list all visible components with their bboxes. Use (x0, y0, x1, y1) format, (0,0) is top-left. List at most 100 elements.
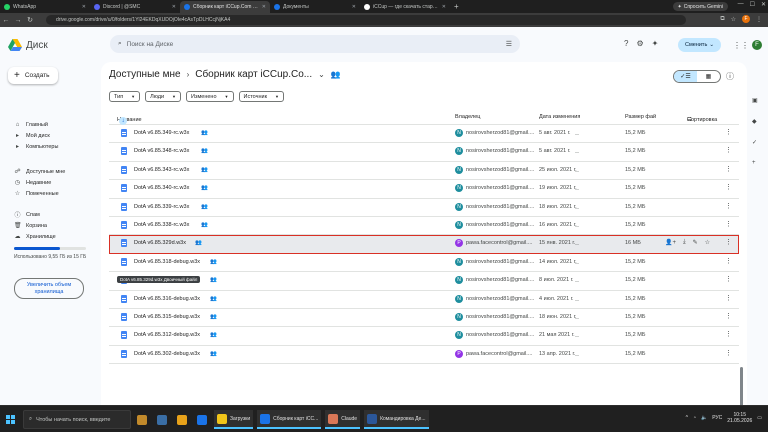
file-row[interactable]: DotA v6.85.318-debug.w3x 👥 Nnosirovsherzod… (109, 254, 739, 273)
rename-icon[interactable]: ✎ (693, 239, 698, 246)
maximize-icon[interactable]: ☐ (750, 1, 755, 8)
more-actions-icon[interactable]: ⋮ (725, 312, 732, 320)
tray-chevron-icon[interactable]: ^ (686, 415, 688, 421)
file-row[interactable]: DotA v6.85.343-rc.w3x 👥 Nnosirovsherzod81@… (109, 162, 739, 181)
browser-tab[interactable]: WhatsApp ✕ (0, 1, 90, 13)
grid-view-icon[interactable]: ▦ (697, 71, 720, 82)
taskbar-app[interactable]: Сборник карт iCC... (257, 410, 322, 429)
minimize-icon[interactable]: — (738, 1, 744, 8)
sidebar-item[interactable]: ⌂ Главный (0, 119, 100, 130)
account-avatar[interactable]: F (752, 40, 762, 50)
list-view-icon[interactable]: ✓☰ (674, 71, 697, 82)
sidebar-item[interactable]: 🗑 Корзина (0, 220, 100, 231)
bookmark-star-icon[interactable]: ☆ (731, 16, 736, 23)
file-row[interactable]: DotA v6.85.348-rc.w3x 👥 Nnosirovsherzod81@… (109, 143, 739, 162)
chevron-down-icon[interactable]: ⌄ (318, 70, 325, 79)
more-actions-icon[interactable]: ⋮ (725, 275, 732, 283)
new-tab-button[interactable]: + (450, 2, 463, 11)
file-row[interactable]: DotA v6.85.302-debug.w3x 👥 Ppawa.facecontr… (109, 346, 739, 365)
more-actions-icon[interactable]: ⋮ (725, 202, 732, 210)
keyboard-language[interactable]: РУС (712, 415, 722, 421)
browser-menu-icon[interactable]: ⋮ (756, 16, 762, 23)
url-field[interactable]: drive.google.com/drive/u/0/folders/1Yl24… (46, 15, 686, 25)
more-actions-icon[interactable]: ⋮ (725, 257, 732, 265)
network-icon[interactable]: ◔ (693, 415, 696, 421)
file-row[interactable]: DotA v6.85.312-debug.w3x 👥 Nnosirovsherzod… (109, 327, 739, 346)
upgrade-storage-button[interactable]: Увеличить объем хранилища (14, 278, 84, 299)
sidebar-item[interactable]: ☁ Хранилище (0, 231, 100, 242)
file-row[interactable]: DotA v6.85.339-rc.w3x 👥 Nnosirovsherzod81@… (109, 199, 739, 217)
browser-tab[interactable]: Discord | @SMC ✕ (90, 1, 180, 13)
tab-close-icon[interactable]: ✕ (262, 4, 266, 10)
taskbar-app[interactable]: Загрузки (214, 410, 254, 429)
file-row[interactable]: DotA v6.85.340-rc.w3x 👥 Nnosirovsherzod81@… (109, 180, 739, 199)
more-actions-icon[interactable]: ⋮ (725, 294, 732, 302)
create-button[interactable]: + Создать (8, 67, 58, 84)
windows-start-icon[interactable] (6, 415, 15, 424)
more-actions-icon[interactable]: ⋮ (725, 128, 732, 136)
more-actions-icon[interactable]: ⋮ (725, 165, 732, 173)
file-name[interactable]: DotA v6.85.316-debug.w3x (134, 296, 200, 302)
tab-close-icon[interactable]: ✕ (172, 4, 176, 10)
file-name[interactable]: DotA v6.85.349-rc.w3x (134, 130, 189, 136)
drive-search-input[interactable]: ⌕ Поиск на Диске ☰ (110, 35, 520, 53)
file-row[interactable]: DotA v6.85.338-rc.w3x 👥 Nnosirovsherzod81@… (109, 217, 739, 236)
taskbar-app[interactable] (174, 410, 190, 429)
info-icon[interactable]: ⓘ (726, 71, 734, 82)
column-owner[interactable]: Владелец (455, 114, 480, 120)
calendar-icon[interactable]: ▣ (752, 97, 758, 104)
more-actions-icon[interactable]: ⋮ (725, 349, 732, 357)
filter-chip[interactable]: Источник ▼ (238, 91, 284, 102)
sidebar-item[interactable]: ☆ Помеченные (0, 188, 100, 199)
apps-grid-icon[interactable]: ⋮⋮ (733, 41, 749, 50)
breadcrumb-folder[interactable]: Сборник карт iCCup.Co... (195, 69, 312, 80)
file-name[interactable]: DotA v6.85.302-debug.w3x (134, 351, 200, 357)
tasks-icon[interactable]: ✓ (752, 139, 758, 146)
column-size[interactable]: Размер фай (625, 114, 656, 120)
ask-gemini-button[interactable]: ✦ Спросить Gemini (672, 2, 728, 11)
file-row[interactable]: DotA v6.85.349-rc.w3x 👥 Nnosirovsherzod81@… (109, 125, 739, 144)
file-row[interactable]: DotA v6.85.317-debug.w3x👥Nnosirovsherzod… (109, 272, 739, 291)
more-actions-icon[interactable]: ⋮ (725, 238, 732, 246)
gemini-sparkle-icon[interactable]: ✦ (652, 39, 659, 48)
download-icon[interactable]: ⤓ (683, 239, 686, 246)
clock[interactable]: 10:15 21.05.2026 (727, 412, 752, 424)
keep-icon[interactable]: ◆ (752, 118, 758, 125)
help-icon[interactable]: ? (624, 39, 628, 48)
taskbar-app[interactable] (194, 410, 210, 429)
change-button[interactable]: Сменить ⌄ (678, 38, 721, 52)
taskbar-app[interactable]: Командировка Де... (364, 410, 429, 429)
file-name[interactable]: DotA v6.85.315-debug.w3x (134, 314, 200, 320)
file-name[interactable]: DotA v6.85.312-debug.w3x (134, 332, 200, 338)
taskbar-app[interactable] (134, 410, 150, 429)
tab-close-icon[interactable]: ✕ (352, 4, 356, 10)
sidebar-item[interactable]: ▸ Компьютеры (0, 141, 100, 152)
notifications-icon[interactable]: ▭ (757, 415, 762, 421)
tab-close-icon[interactable]: ✕ (82, 4, 86, 10)
file-row[interactable]: DotA v6.85.315-debug.w3x 👥 Nnosirovsherzod… (109, 309, 739, 328)
browser-profile-avatar[interactable]: F (742, 15, 750, 23)
taskbar-app[interactable] (154, 410, 170, 429)
add-panel-icon[interactable]: + (752, 160, 758, 166)
file-row[interactable]: DotA v6.85.329d.w3x 👥 Ppawa.facecontrol@gm… (109, 235, 739, 254)
file-name[interactable]: DotA v6.85.338-rc.w3x (134, 222, 189, 228)
drive-logo-icon[interactable] (8, 39, 22, 51)
browser-tab[interactable]: Документы ✕ (270, 1, 360, 13)
sidebar-item[interactable]: ◷ Недавние (0, 177, 100, 188)
extensions-icon[interactable]: ⧉ (720, 16, 724, 23)
file-name[interactable]: DotA v6.85.329d.w3x (134, 240, 186, 246)
more-actions-icon[interactable]: ⋮ (725, 183, 732, 191)
more-actions-icon[interactable]: ⋮ (725, 220, 732, 228)
file-name[interactable]: DotA v6.85.343-rc.w3x (134, 167, 189, 173)
settings-gear-icon[interactable]: ⚙ (636, 39, 643, 48)
volume-icon[interactable]: 🔈 (701, 415, 707, 421)
filter-chip[interactable]: Изменено ▼ (186, 91, 234, 102)
taskbar-search-input[interactable]: ⌕ Чтобы начать поиск, введите (23, 410, 131, 429)
browser-tab[interactable]: Сборник карт iCCup.Com – Go ✕ (180, 0, 270, 13)
reload-button[interactable]: ↻ (24, 16, 36, 24)
more-actions-icon[interactable]: ⋮ (725, 146, 732, 154)
search-options-icon[interactable]: ☰ (506, 40, 512, 48)
more-actions-icon[interactable]: ⋮ (725, 330, 732, 338)
sort-arrow-down-icon[interactable]: ↓ (119, 117, 127, 125)
star-icon[interactable]: ☆ (705, 239, 710, 246)
